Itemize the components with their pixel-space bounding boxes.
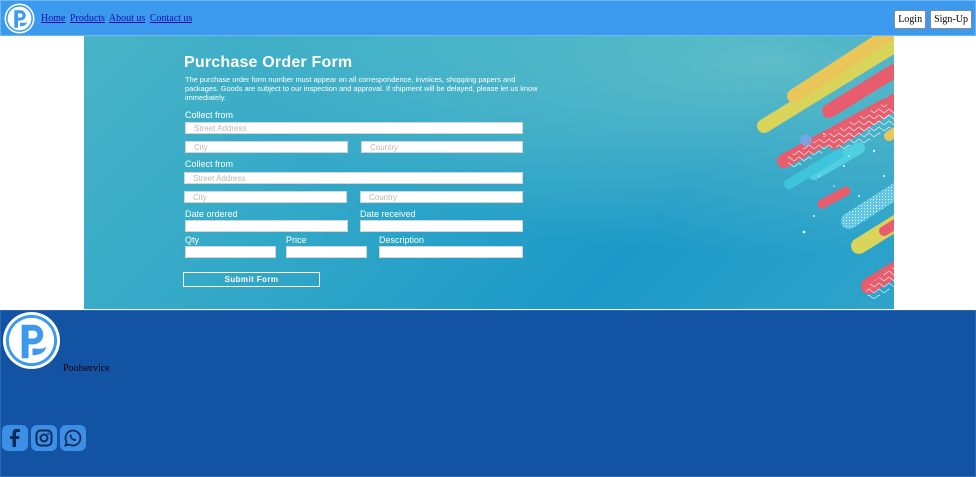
whatsapp-icon[interactable] — [60, 425, 86, 451]
site-footer: Poolservice — [0, 310, 976, 477]
purchase-order-banner: Purchase Order Form The purchase order f… — [84, 36, 894, 309]
instagram-icon[interactable] — [31, 425, 57, 451]
date-received-input[interactable] — [360, 220, 523, 232]
p-logo-icon[interactable] — [4, 3, 35, 34]
collect-from-label-1: Collect from — [185, 110, 234, 120]
p-logo-icon[interactable] — [2, 311, 61, 370]
decorative-stripes-graphic — [757, 36, 894, 299]
country-input-1[interactable] — [361, 141, 523, 153]
site-header: Home Products About us Contact us Login … — [0, 0, 976, 36]
collect-from-label-2: Collect from — [185, 159, 234, 169]
form-title: Purchase Order Form — [184, 54, 353, 71]
qty-label: Qty — [185, 235, 200, 245]
street-address-input-2[interactable] — [184, 172, 523, 184]
nav-link-home[interactable]: Home — [41, 13, 65, 24]
submit-form-button[interactable]: Submit Form — [183, 272, 320, 287]
login-button[interactable]: Login — [894, 10, 927, 29]
date-received-label: Date received — [360, 209, 416, 219]
city-input-1[interactable] — [185, 141, 348, 153]
brand-name: Poolservice — [63, 363, 110, 374]
nav-link-contact-us[interactable]: Contact us — [150, 13, 193, 24]
price-label: Price — [286, 235, 307, 245]
form-description: The purchase order form number must appe… — [185, 75, 538, 102]
country-input-2[interactable] — [360, 191, 523, 203]
price-input[interactable] — [286, 246, 367, 258]
nav-link-about-us[interactable]: About us — [109, 13, 145, 24]
city-input-2[interactable] — [184, 191, 347, 203]
qty-input[interactable] — [185, 246, 276, 258]
description-input[interactable] — [379, 246, 523, 258]
description-label: Description — [379, 235, 425, 245]
social-links — [2, 425, 86, 451]
facebook-icon[interactable] — [2, 425, 28, 451]
date-ordered-input[interactable] — [185, 220, 348, 232]
street-address-input-1[interactable] — [185, 122, 523, 134]
auth-buttons: Login Sign-Up — [894, 10, 972, 29]
main-nav: Home Products About us Contact us — [41, 13, 194, 24]
date-ordered-label: Date ordered — [185, 209, 238, 219]
sign-up-button[interactable]: Sign-Up — [930, 10, 972, 29]
nav-link-products[interactable]: Products — [70, 13, 105, 24]
